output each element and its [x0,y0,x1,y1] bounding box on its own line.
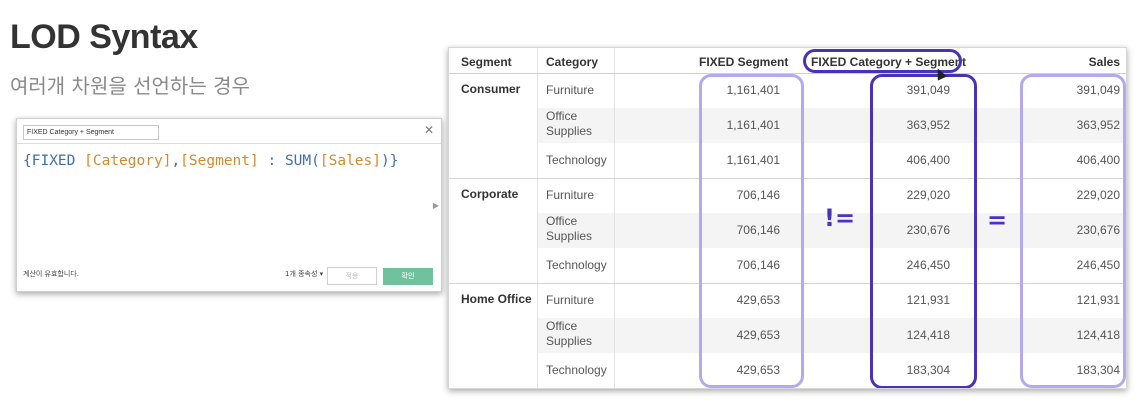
category-cell: Technology [546,363,607,377]
validation-status: 계산이 유효합니다. [23,270,79,278]
segment-corporate: Corporate [461,187,519,201]
calculation-dialog: FIXED Category + Segment ✕ {FIXED [Categ… [16,118,442,292]
apply-button[interactable]: 적용 [327,267,377,285]
column-separator [537,48,538,388]
category-cell: Office Supplies [546,214,593,243]
formula-editor[interactable]: {FIXED [Category],[Segment] : SUM([Sales… [23,153,398,169]
formula-comma: , [171,153,181,169]
formula-colon: : [258,153,285,169]
not-equal-sign: != [824,204,856,232]
results-table: Segment Category FIXED Segment FIXED Cat… [448,47,1127,389]
calc-name-input[interactable]: FIXED Category + Segment [23,125,159,140]
expand-arrow-icon[interactable]: ▶ [433,201,439,210]
slide-subtitle: 여러개 차원을 선언하는 경우 [10,74,250,98]
slide-title: LOD Syntax [10,18,198,56]
header-sales[interactable]: Sales [1089,48,1120,74]
category-cell: Technology [546,153,607,167]
dependencies-dropdown[interactable]: 1개 종속성 ▾ [285,269,323,279]
formula-field-category: [Category] [84,153,172,169]
header-category[interactable]: Category [546,48,598,74]
fixed-cat-seg-highlight [870,74,977,388]
sales-highlight [1020,74,1126,388]
segment-consumer: Consumer [461,82,521,96]
dialog-divider [17,143,441,144]
category-cell: Office Supplies [546,319,593,348]
ok-button[interactable]: 확인 [383,268,433,285]
category-cell: Technology [546,258,607,272]
formula-field-segment: [Segment] [180,153,259,169]
formula-keyword: FIXED [31,153,76,169]
category-cell: Office Supplies [546,109,593,138]
header-fixed-segment[interactable]: FIXED Segment [699,48,788,74]
equal-sign: = [987,206,1008,234]
column-separator [614,48,615,388]
formula-close: )} [380,153,399,169]
header-segment[interactable]: Segment [461,48,512,74]
category-cell: Furniture [546,83,595,97]
formula-open-brace: { [23,153,32,169]
fixed-segment-highlight [699,74,804,388]
segment-home-office: Home Office [461,292,532,306]
formula-field-sales: [Sales] [319,153,381,169]
formula-function: SUM( [284,153,320,169]
category-cell: Furniture [546,188,595,202]
close-icon[interactable]: ✕ [424,123,434,137]
category-cell: Furniture [546,293,595,307]
